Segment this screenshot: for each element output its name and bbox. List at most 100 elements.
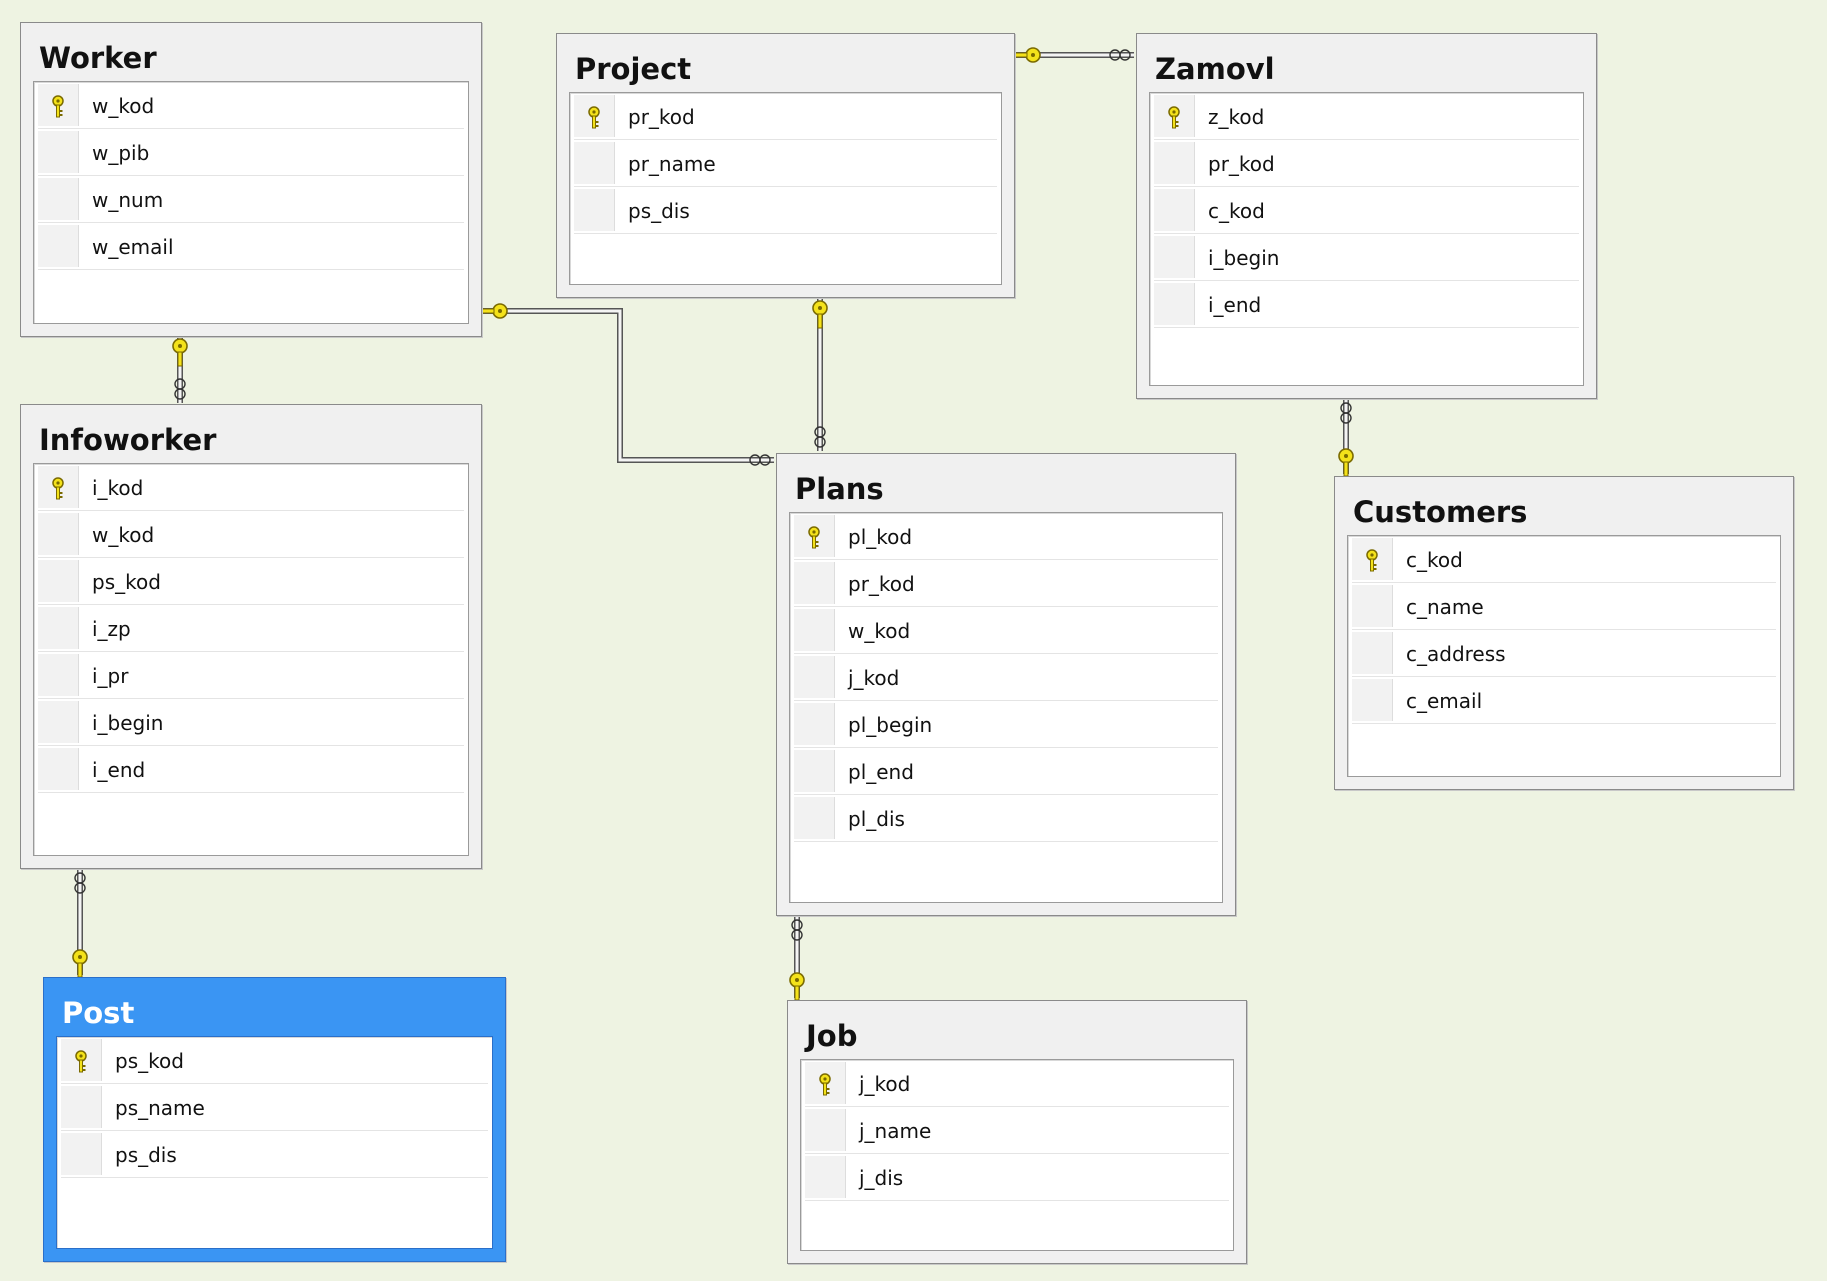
- row-selector[interactable]: [574, 142, 615, 184]
- column-row[interactable]: j_kod: [794, 654, 1218, 701]
- column-grid: pl_kod pr_kod w_kod j_kod pl_begin pl_end pl_d…: [789, 512, 1223, 903]
- relationship-line-outer: [482, 308, 774, 463]
- row-selector[interactable]: [794, 562, 835, 604]
- column-row[interactable]: pl_end: [794, 748, 1218, 795]
- table-title: Plans: [795, 472, 884, 506]
- column-name: i_kod: [92, 476, 144, 500]
- relationship-customers-zamovl: [1338, 399, 1354, 477]
- column-row[interactable]: w_email: [38, 223, 464, 270]
- column-row[interactable]: pr_name: [574, 140, 997, 187]
- row-selector[interactable]: [574, 95, 615, 137]
- row-selector[interactable]: [805, 1109, 846, 1151]
- column-grid: i_kod w_kod ps_kod i_zp i_pr i_begin i_end: [33, 463, 469, 856]
- row-selector[interactable]: [1154, 95, 1195, 137]
- row-selector[interactable]: [1352, 538, 1393, 580]
- relationship-key-icon: [172, 338, 188, 367]
- row-selector[interactable]: [38, 84, 79, 126]
- table-post[interactable]: Post ps_kod ps_name ps_dis: [43, 977, 506, 1262]
- table-zamovl[interactable]: Zamovl z_kod pr_kod c_kod i_begin i_end: [1136, 33, 1597, 399]
- column-name: pl_begin: [848, 713, 933, 737]
- column-row[interactable]: i_zp: [38, 605, 464, 652]
- column-name: i_zp: [92, 617, 131, 641]
- column-row[interactable]: w_num: [38, 176, 464, 223]
- row-selector[interactable]: [38, 607, 79, 649]
- column-row[interactable]: i_kod: [38, 464, 464, 511]
- row-selector[interactable]: [61, 1133, 102, 1175]
- table-job[interactable]: Job j_kod j_name j_dis: [787, 1000, 1247, 1264]
- column-name: w_email: [92, 235, 174, 259]
- column-row[interactable]: w_kod: [38, 82, 464, 129]
- row-selector[interactable]: [38, 466, 79, 508]
- column-row[interactable]: i_end: [1154, 281, 1579, 328]
- column-row[interactable]: j_dis: [805, 1154, 1229, 1201]
- column-row[interactable]: w_pib: [38, 129, 464, 176]
- column-row[interactable]: pr_kod: [794, 560, 1218, 607]
- column-name: c_kod: [1208, 199, 1265, 223]
- column-row[interactable]: pr_kod: [1154, 140, 1579, 187]
- column-name: j_name: [859, 1119, 932, 1143]
- row-selector[interactable]: [38, 560, 79, 602]
- column-row[interactable]: w_kod: [38, 511, 464, 558]
- column-row[interactable]: c_address: [1352, 630, 1776, 677]
- row-selector[interactable]: [794, 515, 835, 557]
- row-selector[interactable]: [1154, 283, 1195, 325]
- column-row[interactable]: i_begin: [38, 699, 464, 746]
- column-row[interactable]: c_kod: [1154, 187, 1579, 234]
- column-row[interactable]: c_kod: [1352, 536, 1776, 583]
- row-selector[interactable]: [38, 513, 79, 555]
- table-infoworker[interactable]: Infoworker i_kod w_kod ps_kod i_zp i_pr i_begi…: [20, 404, 482, 869]
- row-selector[interactable]: [61, 1039, 102, 1081]
- column-row[interactable]: j_name: [805, 1107, 1229, 1154]
- row-selector[interactable]: [794, 609, 835, 651]
- row-selector[interactable]: [1352, 585, 1393, 627]
- row-selector[interactable]: [38, 225, 79, 267]
- table-project[interactable]: Project pr_kod pr_name ps_dis: [556, 33, 1015, 298]
- table-plans[interactable]: Plans pl_kod pr_kod w_kod j_kod pl_begin pl_en…: [776, 453, 1236, 916]
- row-selector[interactable]: [38, 131, 79, 173]
- row-selector[interactable]: [1154, 189, 1195, 231]
- column-row[interactable]: ps_kod: [38, 558, 464, 605]
- row-selector[interactable]: [1352, 679, 1393, 721]
- column-row[interactable]: pl_begin: [794, 701, 1218, 748]
- row-selector[interactable]: [38, 701, 79, 743]
- row-selector[interactable]: [574, 189, 615, 231]
- column-name: j_kod: [859, 1072, 911, 1096]
- row-selector[interactable]: [1154, 236, 1195, 278]
- table-title: Project: [575, 52, 692, 86]
- column-row[interactable]: c_email: [1352, 677, 1776, 724]
- column-row[interactable]: z_kod: [1154, 93, 1579, 140]
- row-selector[interactable]: [794, 703, 835, 745]
- column-row[interactable]: i_begin: [1154, 234, 1579, 281]
- row-selector[interactable]: [794, 656, 835, 698]
- column-row[interactable]: i_pr: [38, 652, 464, 699]
- column-name: pr_kod: [848, 572, 915, 596]
- column-row[interactable]: c_name: [1352, 583, 1776, 630]
- row-selector[interactable]: [805, 1062, 846, 1104]
- row-selector[interactable]: [38, 178, 79, 220]
- column-row[interactable]: j_kod: [805, 1060, 1229, 1107]
- row-selector[interactable]: [794, 750, 835, 792]
- column-name: w_kod: [92, 523, 155, 547]
- column-row[interactable]: ps_dis: [574, 187, 997, 234]
- column-row[interactable]: i_end: [38, 746, 464, 793]
- table-customers[interactable]: Customers c_kod c_name c_address c_email: [1334, 476, 1794, 790]
- column-name: pl_dis: [848, 807, 905, 831]
- row-selector[interactable]: [1154, 142, 1195, 184]
- row-selector[interactable]: [61, 1086, 102, 1128]
- row-selector[interactable]: [794, 797, 835, 839]
- column-grid: pr_kod pr_name ps_dis: [569, 92, 1002, 285]
- row-selector[interactable]: [805, 1156, 846, 1198]
- column-row[interactable]: ps_dis: [61, 1131, 488, 1178]
- column-name: c_kod: [1406, 548, 1463, 572]
- column-row[interactable]: pr_kod: [574, 93, 997, 140]
- column-row[interactable]: ps_name: [61, 1084, 488, 1131]
- column-row[interactable]: w_kod: [794, 607, 1218, 654]
- column-name: w_pib: [92, 141, 150, 165]
- row-selector[interactable]: [38, 654, 79, 696]
- column-row[interactable]: ps_kod: [61, 1037, 488, 1084]
- column-row[interactable]: pl_dis: [794, 795, 1218, 842]
- column-row[interactable]: pl_kod: [794, 513, 1218, 560]
- row-selector[interactable]: [1352, 632, 1393, 674]
- table-worker[interactable]: Worker w_kod w_pib w_num w_email: [20, 22, 482, 337]
- row-selector[interactable]: [38, 748, 79, 790]
